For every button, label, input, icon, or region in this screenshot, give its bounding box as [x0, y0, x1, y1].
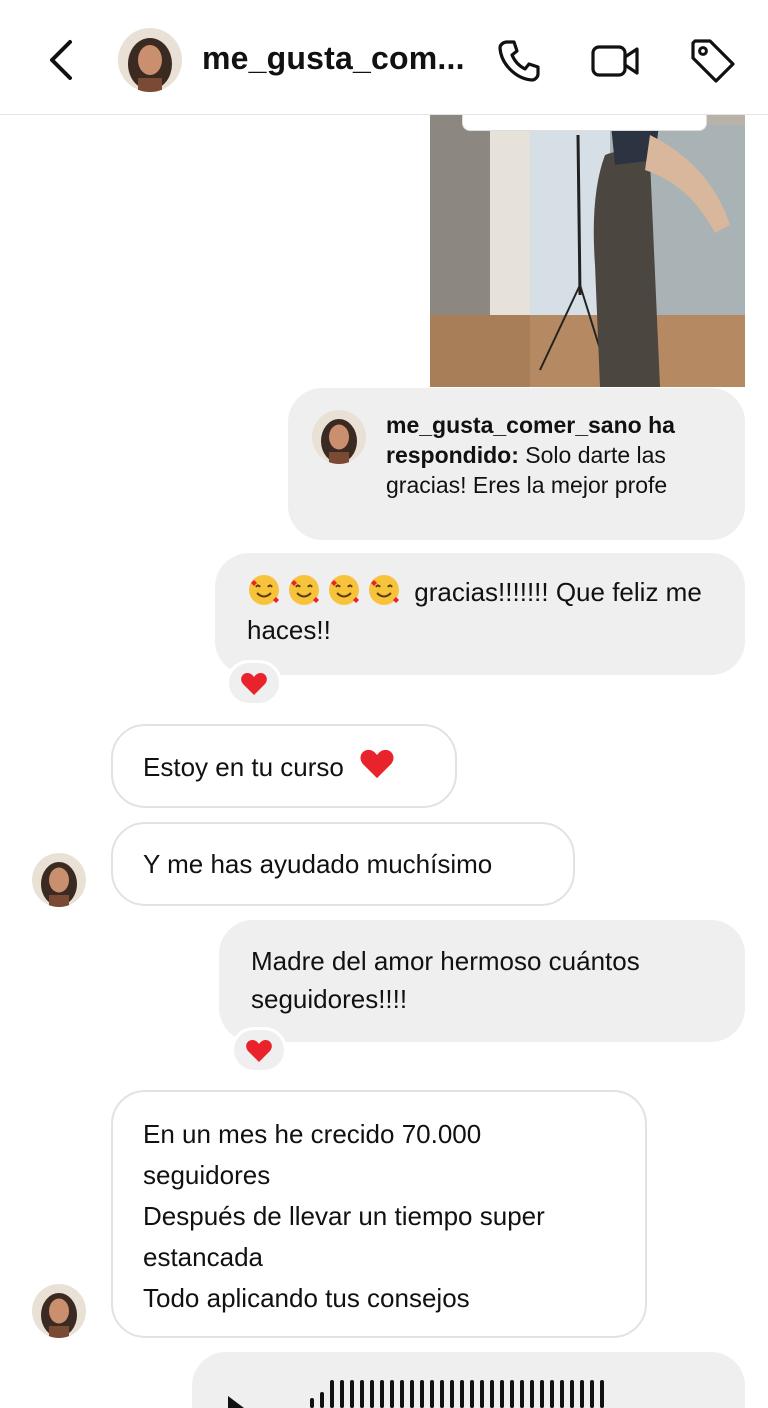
tag-icon[interactable]	[688, 36, 738, 86]
message-text-line: Todo aplicando tus consejos	[143, 1283, 470, 1313]
message-text-line: Después de llevar un tiempo super	[143, 1201, 545, 1231]
message-text-line: estancada	[143, 1242, 263, 1272]
message-bubble-outgoing[interactable]: Madre del amor hermoso cuántos seguidore…	[219, 920, 745, 1042]
shared-photo[interactable]	[430, 115, 745, 387]
avatar[interactable]	[118, 28, 182, 92]
video-camera-icon[interactable]	[590, 36, 640, 86]
message-text: Estoy en tu curso	[143, 752, 344, 782]
message-bubble-incoming[interactable]: Y me has ayudado muchísimo	[111, 822, 575, 906]
story-reply-text: me_gusta_comer_sano ha respondido: Solo …	[386, 410, 736, 500]
waveform-icon	[310, 1380, 604, 1408]
message-bubble-incoming[interactable]: Estoy en tu curso	[111, 724, 457, 808]
message-text-line: En un mes he crecido 70.000	[143, 1119, 482, 1149]
play-icon[interactable]	[226, 1394, 246, 1408]
message-text-line: seguidores	[143, 1160, 271, 1190]
avatar	[312, 410, 366, 464]
heart-icon	[241, 673, 267, 695]
message-text: Y me has ayudado muchísimo	[143, 849, 493, 879]
chat-username[interactable]: me_gusta_com...	[202, 40, 465, 77]
smiling-face-with-hearts-icon	[247, 575, 414, 607]
reaction-heart[interactable]	[231, 1027, 287, 1073]
heart-icon	[246, 1040, 272, 1062]
chat-header: me_gusta_com...	[0, 0, 768, 115]
media-header-tab	[462, 115, 707, 131]
message-text-line: Madre del amor hermoso cuántos	[251, 946, 640, 976]
avatar[interactable]	[32, 853, 86, 907]
heart-icon	[360, 749, 394, 779]
phone-icon[interactable]	[494, 36, 544, 86]
reaction-heart[interactable]	[226, 660, 282, 706]
message-text-line: seguidores!!!!	[251, 984, 408, 1014]
message-bubble-incoming[interactable]: En un mes he crecido 70.000 seguidores D…	[111, 1090, 647, 1338]
message-bubble-outgoing[interactable]: gracias!!!!!!! Que feliz me haces!!	[215, 553, 745, 675]
chevron-left-icon[interactable]	[40, 36, 84, 84]
avatar[interactable]	[32, 1284, 86, 1338]
